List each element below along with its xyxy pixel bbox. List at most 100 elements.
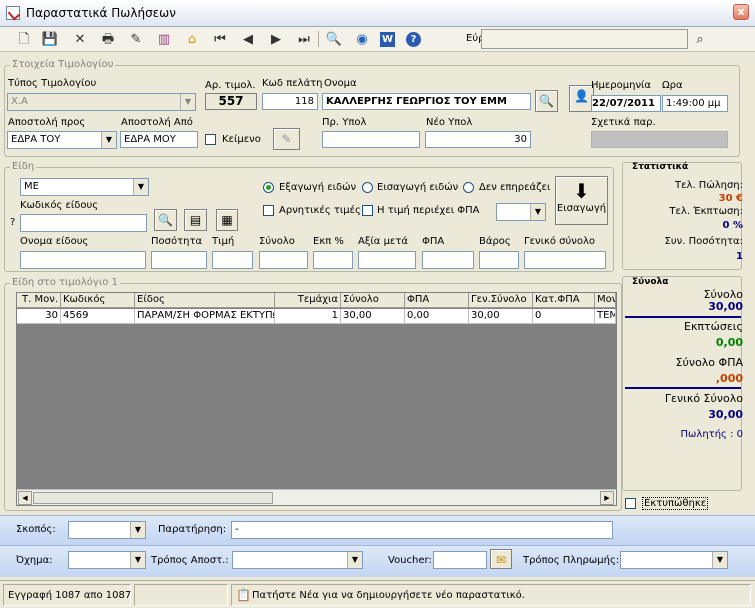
sum-divider [625,316,741,318]
quantity-input[interactable] [151,251,207,269]
previous-record-icon[interactable]: ◀ [238,30,258,49]
weight-input[interactable] [479,251,519,269]
grid-header-grand-total[interactable]: Γεν.Σύνολο [469,293,533,308]
grid-header-unit-price[interactable]: Τ. Μον. [17,293,61,308]
new-balance-field[interactable]: 30 [425,131,531,148]
vat-category-select[interactable]: ▼ [496,203,546,221]
customer-name-field[interactable]: ΚΑΛΛΕΡΓΗΣ ΓΕΩΡΓΙΟΣ ΤΟΥ ΕΜΜ [322,93,531,110]
scrollbar-thumb[interactable] [33,492,273,504]
grid-header-vat[interactable]: ΦΠΑ [405,293,469,308]
refresh-icon[interactable]: ◉ [352,30,372,49]
help-icon[interactable]: ? [406,32,421,47]
invoice-items-group-title: Είδη στο τιμολόγιο 1 [10,277,120,288]
customer-code-label: Κωδ πελάτη [262,78,323,89]
word-export-icon[interactable]: W [380,32,395,47]
table-cell[interactable]: 0,00 [405,309,469,324]
date-label: Ημερομηνία [591,80,652,91]
first-record-icon[interactable]: ⏮ [210,30,230,49]
item-name-column-label: Ονομα είδους [20,236,89,247]
payment-method-select[interactable]: ▼ [620,551,728,569]
chevron-down-icon: ▼ [101,132,116,148]
item-category-select[interactable]: ΜΕ ▼ [20,178,149,196]
last-record-icon[interactable]: ⏭ [294,30,314,49]
total-quantity-value: 1 [736,251,743,262]
search-input[interactable] [481,29,688,49]
table-cell[interactable]: ΤΕΜ [595,309,616,324]
scroll-left-icon[interactable]: ◀ [18,491,32,505]
ship-from-field[interactable]: ΕΔΡΑ ΜΟΥ [120,131,198,148]
discount-input[interactable] [313,251,353,269]
chevron-down-icon: ▼ [130,522,145,538]
find-icon[interactable]: 🔍 [324,30,344,49]
search-go-icon[interactable]: ⌕ [690,30,710,49]
grid-header-total[interactable]: Σύνολο [341,293,405,308]
scroll-right-icon[interactable]: ▶ [600,491,614,505]
table-cell[interactable]: 1 [275,309,341,324]
new-document-icon[interactable]: 🗋 [14,30,34,49]
last-discount-value: 0 % [722,220,743,231]
delete-icon[interactable]: ✕ [70,30,90,49]
voucher-label: Voucher: [388,555,432,566]
vat-input[interactable] [422,251,474,269]
save-icon[interactable]: 💾 [40,30,60,49]
invoice-items-grid[interactable]: Τ. Μον. Κωδικός Είδος Τεμάχια Σύνολο ΦΠΑ… [16,292,617,506]
table-cell[interactable]: 30,00 [469,309,533,324]
clipboard-icon: 📋 [236,588,251,602]
ship-method-select[interactable]: ▼ [232,551,363,569]
table-cell[interactable]: 30,00 [341,309,405,324]
table-cell[interactable]: ΠΑΡΑΜ/ΣΗ ΦΟΡΜΑΣ ΕΚΤΥΠΩ [135,309,275,324]
books-icon[interactable]: ▥ [154,30,174,49]
printed-label: Εκτυπώθηκε [642,497,709,510]
voucher-field[interactable] [433,551,487,569]
text-checkbox[interactable] [205,134,216,145]
horizontal-scrollbar[interactable]: ◀ ▶ [17,489,616,505]
prev-balance-field[interactable] [322,131,420,148]
pencil-icon: ✎ [281,132,292,146]
calculator-button[interactable]: ▦ [216,209,238,231]
insert-item-button[interactable]: ⬇ Εισαγωγή [555,176,608,225]
item-name-input[interactable] [20,251,146,269]
grid-header-code[interactable]: Κωδικός [61,293,135,308]
next-record-icon[interactable]: ▶ [266,30,286,49]
negative-prices-checkbox[interactable] [263,205,274,216]
customer-code-field[interactable]: 118 [262,93,318,110]
item-code-input[interactable] [20,214,147,232]
table-cell[interactable]: 30 [17,309,61,324]
value-after-input[interactable] [358,251,416,269]
price-includes-vat-checkbox[interactable] [362,205,373,216]
print-icon[interactable]: 🖶 [98,30,118,49]
invoice-type-select[interactable]: Χ.Α ▼ [7,93,196,111]
folder-icon[interactable]: ⌂ [182,30,202,49]
item-code-help-mark: ? [10,217,16,228]
grand-total-input[interactable] [524,251,606,269]
text-edit-button[interactable]: ✎ [273,128,300,150]
table-cell[interactable]: 4569 [61,309,135,324]
edit-icon[interactable]: ✎ [126,30,146,49]
grid-header-pieces[interactable]: Τεμάχια [275,293,341,308]
related-docs-label: Σχετικά παρ. [591,117,656,128]
date-field[interactable]: 22/07/2011 [591,95,661,112]
grid-header-vat-category[interactable]: Κατ.ΦΠΑ [533,293,595,308]
price-input[interactable] [212,251,253,269]
chevron-down-icon: ▼ [712,552,727,568]
voucher-button[interactable]: ✉ [490,549,512,569]
printed-checkbox[interactable] [625,498,636,509]
item-details-button[interactable]: ▤ [184,209,207,231]
close-button[interactable]: x [733,4,749,20]
item-search-button[interactable]: 🔍 [154,209,177,231]
vehicle-select[interactable]: ▼ [68,551,146,569]
export-items-radio[interactable] [263,182,274,193]
grid-header-item[interactable]: Είδος [135,293,275,308]
import-items-radio[interactable] [362,182,373,193]
total-input[interactable] [259,251,308,269]
table-cell[interactable]: 0 [533,309,595,324]
purpose-select[interactable]: ▼ [68,521,146,539]
customer-search-button[interactable]: 🔍 [535,90,558,112]
note-field[interactable]: - [231,521,613,539]
ship-to-select[interactable]: ΕΔΡΑ ΤΟΥ ▼ [7,131,117,149]
invoice-number-field[interactable]: 557 [205,93,257,110]
grid-header-unit[interactable]: Μον [595,293,616,308]
time-field[interactable]: 1:49:00 μμ [662,95,728,112]
no-affect-radio[interactable] [463,182,474,193]
related-docs-field[interactable] [591,131,728,148]
